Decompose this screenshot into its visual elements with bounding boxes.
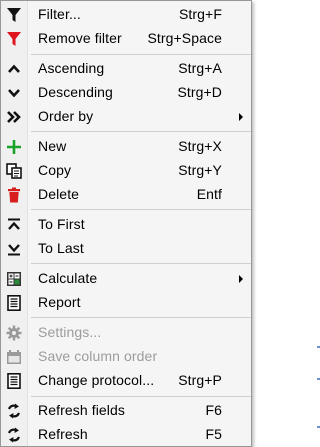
menu-item-order-by[interactable]: Order by: [2, 105, 252, 129]
refresh-fields-icon: [4, 402, 24, 420]
menu-item-label: Remove filter: [38, 30, 122, 46]
save-columns-icon: [4, 348, 24, 366]
menu-separator: [31, 263, 251, 264]
menu-separator: [31, 396, 251, 397]
menu-item-delete[interactable]: Delete Entf: [2, 183, 252, 207]
menu-item-label: Calculate: [38, 270, 98, 286]
menu-item-label: Report: [38, 294, 81, 310]
background-window-edge: [316, 0, 320, 447]
filter-icon: [4, 6, 24, 24]
menu-item-ascending[interactable]: Ascending Strg+A: [2, 57, 252, 81]
menu-separator: [31, 317, 251, 318]
menu-item-label: Order by: [38, 108, 94, 124]
menu-item-label: Delete: [38, 186, 80, 202]
menu-item-label: Descending: [38, 84, 113, 100]
refresh-icon: [4, 426, 24, 444]
to-last-icon: [4, 240, 24, 258]
menu-item-label: To First: [38, 216, 85, 232]
menu-separator: [31, 54, 251, 55]
menu-item-to-first[interactable]: To First: [2, 213, 252, 237]
menu-item-shortcut: F6: [205, 402, 222, 418]
chevron-down-icon: [4, 84, 24, 102]
submenu-arrow-icon: [239, 275, 243, 283]
menu-separator: [31, 131, 251, 132]
menu-item-label: New: [38, 138, 67, 154]
menu-item-shortcut: Strg+A: [178, 60, 222, 76]
menu-item-label: Refresh fields: [38, 402, 125, 418]
remove-filter-icon: [4, 30, 24, 48]
menu-item-filter[interactable]: Filter... Strg+F: [2, 3, 252, 27]
menu-item-refresh[interactable]: Refresh F5: [2, 423, 252, 447]
context-menu: Filter... Strg+F Remove filter Strg+Spac…: [0, 0, 252, 447]
report-icon: [4, 294, 24, 312]
menu-item-shortcut: Strg+Y: [178, 162, 222, 178]
menu-item-descending[interactable]: Descending Strg+D: [2, 81, 252, 105]
menu-item-remove-filter[interactable]: Remove filter Strg+Space: [2, 27, 252, 51]
plus-icon: [4, 138, 24, 156]
menu-item-shortcut: Strg+D: [177, 84, 222, 100]
double-chevron-right-icon: [4, 108, 24, 126]
menu-item-label: Save column order: [38, 348, 158, 364]
menu-item-calculate[interactable]: Calculate: [2, 267, 252, 291]
menu-item-new[interactable]: New Strg+X: [2, 135, 252, 159]
chevron-up-icon: [4, 60, 24, 78]
protocol-icon: [4, 372, 24, 390]
trash-icon: [4, 186, 24, 204]
copy-icon: [4, 162, 24, 180]
menu-item-shortcut: Strg+Space: [147, 30, 222, 46]
menu-item-settings: Settings...: [2, 321, 252, 345]
menu-item-label: Copy: [38, 162, 72, 178]
to-first-icon: [4, 216, 24, 234]
menu-item-label: To Last: [38, 240, 84, 256]
menu-item-copy[interactable]: Copy Strg+Y: [2, 159, 252, 183]
menu-item-shortcut: Strg+P: [178, 372, 222, 388]
menu-item-refresh-fields[interactable]: Refresh fields F6: [2, 399, 252, 423]
calculator-icon: [4, 270, 24, 288]
menu-separator: [31, 209, 251, 210]
menu-item-shortcut: Entf: [196, 186, 222, 202]
menu-item-label: Ascending: [38, 60, 105, 76]
menu-item-shortcut: F5: [205, 426, 222, 442]
gear-icon: [4, 324, 24, 342]
menu-item-change-protocol[interactable]: Change protocol... Strg+P: [2, 369, 252, 393]
menu-item-label: Settings...: [38, 324, 102, 340]
menu-item-to-last[interactable]: To Last: [2, 237, 252, 261]
menu-item-label: Filter...: [38, 6, 81, 22]
menu-item-shortcut: Strg+F: [178, 6, 222, 22]
submenu-arrow-icon: [239, 113, 243, 121]
menu-item-label: Refresh: [38, 426, 88, 442]
menu-item-report[interactable]: Report: [2, 291, 252, 315]
menu-item-shortcut: Strg+X: [178, 138, 222, 154]
menu-item-label: Change protocol...: [38, 372, 155, 388]
menu-item-save-column-order: Save column order: [2, 345, 252, 369]
